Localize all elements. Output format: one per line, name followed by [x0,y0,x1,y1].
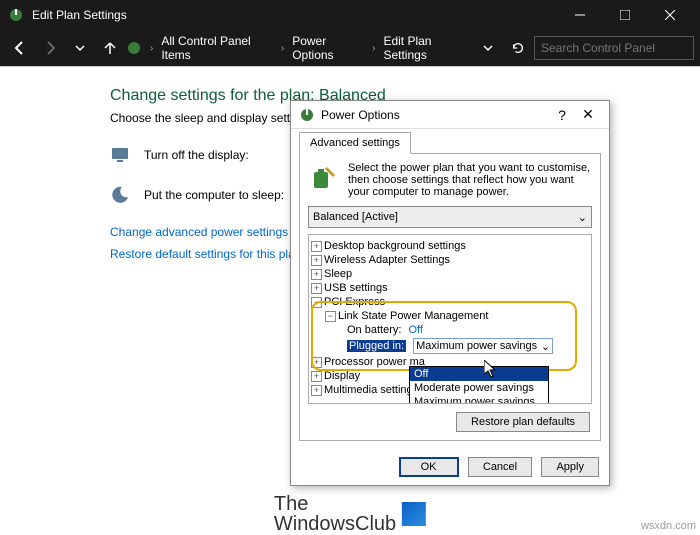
tree-usb[interactable]: USB settings [324,282,388,294]
expand-icon[interactable]: + [311,283,322,294]
on-battery-label: On battery: [347,324,401,336]
settings-tree[interactable]: +Desktop background settings +Wireless A… [308,234,592,404]
row-label: Put the computer to sleep: [144,188,284,202]
sleep-icon [110,185,130,205]
expand-icon[interactable]: + [311,357,322,368]
up-button[interactable] [96,34,124,62]
dialog-close-button[interactable]: ✕ [575,106,601,123]
row-label: Turn off the display: [144,148,249,162]
dialog-buttons: OK Cancel Apply [291,449,609,485]
chevron-right-icon: › [277,43,288,54]
restore-defaults-button[interactable]: Restore plan defaults [456,412,590,432]
expand-icon[interactable]: + [311,269,322,280]
on-battery-value[interactable]: Off [408,324,422,336]
chevron-down-icon: ⌄ [541,340,550,353]
chevron-down-icon: ⌄ [578,211,587,224]
close-button[interactable] [647,0,692,30]
dropdown-option-maximum[interactable]: Maximum power savings [410,395,548,404]
plugged-in-dropdown[interactable]: Off Moderate power savings Maximum power… [409,366,549,404]
tab-panel: Select the power plan that you want to c… [299,153,601,441]
power-options-dialog: Power Options ? ✕ Advanced settings Sele… [290,100,610,486]
chevron-right-icon[interactable]: › [146,43,157,54]
tree-link-state[interactable]: Link State Power Management [338,310,488,322]
collapse-icon[interactable]: − [311,297,322,308]
window-title: Edit Plan Settings [32,8,557,22]
dropdown-option-off[interactable]: Off [410,367,548,381]
titlebar: Edit Plan Settings [0,0,700,30]
apply-button[interactable]: Apply [541,457,599,477]
tree-multimedia[interactable]: Multimedia settings [324,384,418,396]
crumb-power-options[interactable]: Power Options [292,34,364,62]
minimize-button[interactable] [557,0,602,30]
site-watermark: wsxdn.com [641,520,696,532]
dropdown-option-moderate[interactable]: Moderate power savings [410,381,548,395]
refresh-button[interactable] [504,34,532,62]
navbar: › All Control Panel Items › Power Option… [0,30,700,66]
dialog-titlebar: Power Options ? ✕ [291,101,609,129]
tree-pci-express[interactable]: PCI Express [324,296,385,308]
plugged-in-label: Plugged in: [347,340,406,352]
collapse-icon[interactable]: − [325,311,336,322]
expand-icon[interactable]: + [311,255,322,266]
expand-icon[interactable]: + [311,385,322,396]
tab-advanced-settings[interactable]: Advanced settings [299,132,411,154]
plan-select[interactable]: Balanced [Active] ⌄ [308,206,592,228]
dialog-description: Select the power plan that you want to c… [348,162,592,198]
display-icon [110,145,130,165]
recent-dropdown[interactable] [66,34,94,62]
plugged-in-combo[interactable]: Maximum power savings⌄ [413,338,553,354]
forward-button[interactable] [36,34,64,62]
search-input[interactable] [534,36,694,60]
back-button[interactable] [6,34,34,62]
dialog-title: Power Options [321,108,549,122]
power-icon [299,107,315,123]
power-icon [8,7,24,23]
address-dropdown[interactable] [474,34,502,62]
crumb-edit-plan[interactable]: Edit Plan Settings [383,34,470,62]
expand-icon[interactable]: + [311,371,322,382]
tree-wireless[interactable]: Wireless Adapter Settings [324,254,450,266]
ok-button[interactable]: OK [399,457,459,477]
plan-select-value: Balanced [Active] [313,211,398,223]
chevron-right-icon: › [368,43,379,54]
expand-icon[interactable]: + [311,241,322,252]
power-icon [126,40,142,56]
help-button[interactable]: ? [549,107,575,123]
tree-display[interactable]: Display [324,370,360,382]
cancel-button[interactable]: Cancel [468,457,532,477]
breadcrumb[interactable]: › All Control Panel Items › Power Option… [144,34,472,62]
crumb-all-items[interactable]: All Control Panel Items [161,34,273,62]
tree-desktop-bg[interactable]: Desktop background settings [324,240,466,252]
tree-sleep[interactable]: Sleep [324,268,352,280]
maximize-button[interactable] [602,0,647,30]
battery-icon [308,162,340,194]
